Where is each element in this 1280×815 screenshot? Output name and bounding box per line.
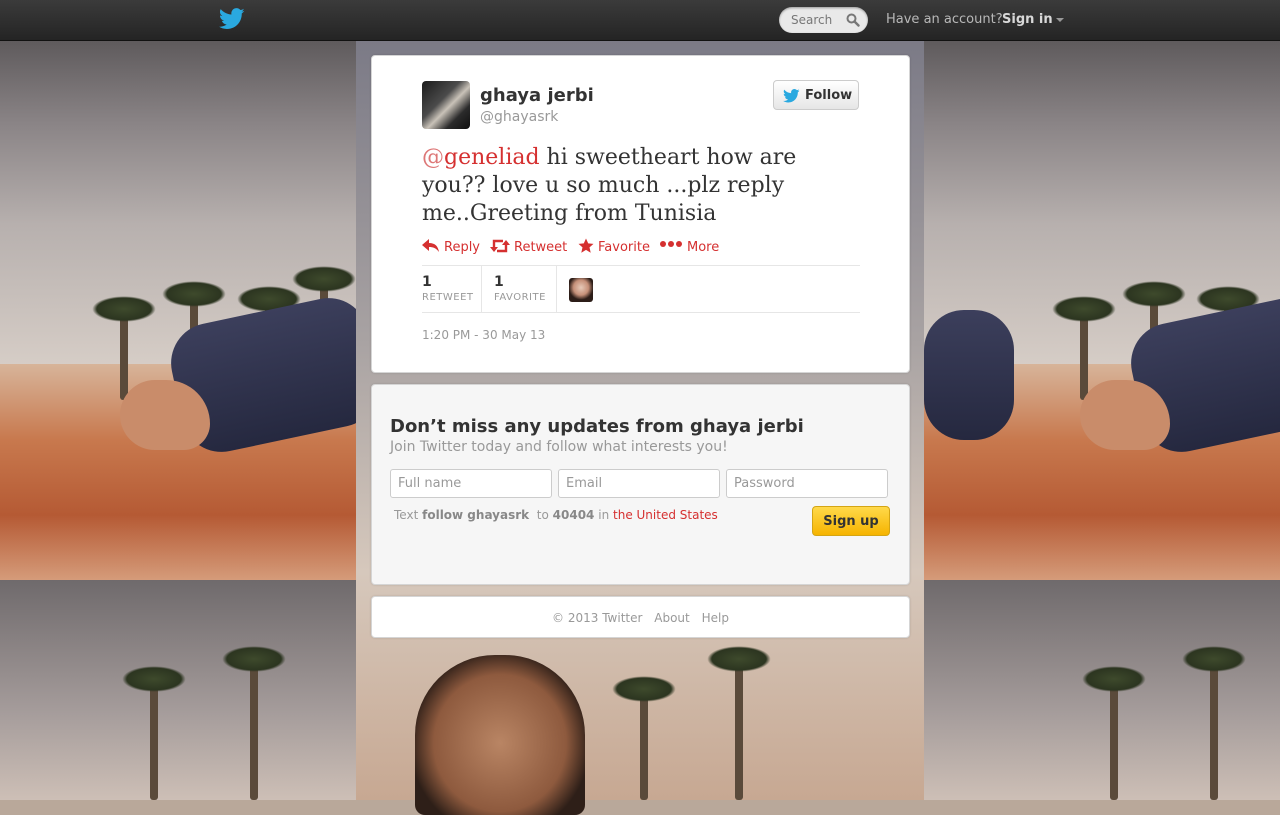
sms-country-link[interactable]: the United States	[613, 508, 718, 522]
full-name-field[interactable]	[390, 469, 552, 498]
background-wallpaper-left	[0, 40, 356, 580]
author-name[interactable]: ghaya jerbi	[480, 85, 594, 106]
footer-about-link[interactable]: About	[654, 611, 689, 625]
retweet-count[interactable]: 1 RETWEET	[422, 274, 474, 303]
more-dots-icon[interactable]	[660, 238, 682, 250]
background-portrait	[415, 655, 585, 815]
divider	[556, 266, 557, 312]
follow-button[interactable]: Follow	[773, 80, 859, 110]
tweet-timestamp[interactable]: 1:20 PM - 30 May 13	[422, 328, 545, 342]
email-field[interactable]	[558, 469, 720, 498]
favoriter-avatar[interactable]	[569, 278, 593, 302]
divider	[422, 312, 860, 313]
search-input[interactable]	[779, 7, 851, 33]
background-wallpaper-bottom-right	[924, 580, 1280, 800]
search-box[interactable]	[779, 7, 868, 33]
footer-help-link[interactable]: Help	[702, 611, 729, 625]
footer-links: © 2013 Twitter About Help	[372, 611, 909, 625]
sign-up-label[interactable]: Sign up	[813, 514, 889, 529]
follow-label[interactable]: Follow	[805, 88, 852, 103]
background-palm	[612, 676, 676, 800]
author-handle[interactable]: @ghayasrk	[480, 109, 558, 125]
sign-in-link[interactable]: Sign in	[1002, 12, 1064, 27]
password-field[interactable]	[726, 469, 888, 498]
favorite-count-label[interactable]: FAVORITE	[494, 292, 546, 303]
sms-command: follow ghayasrk	[422, 508, 530, 522]
sms-to: to	[536, 508, 549, 522]
signup-card: Don’t miss any updates from ghaya jerbi …	[371, 384, 910, 585]
footer: © 2013 Twitter About Help	[371, 596, 910, 638]
mention-user[interactable]: geneliad	[444, 145, 540, 170]
sms-prefix: Text	[394, 508, 419, 522]
search-icon[interactable]	[846, 13, 860, 27]
tweet-text: @geneliad hi sweetheart how are you?? lo…	[422, 144, 862, 228]
retweet-count-value[interactable]: 1	[422, 274, 474, 290]
sms-in: in	[598, 508, 610, 522]
favorite-label[interactable]: Favorite	[598, 240, 650, 255]
tweet-card: ghaya jerbi @ghayasrk Follow @geneliad h…	[371, 55, 910, 373]
sms-follow-hint: Text follow ghayasrk to 40404 in the Uni…	[394, 508, 718, 522]
mention-at[interactable]: @	[422, 145, 444, 170]
star-icon[interactable]	[578, 238, 594, 254]
copyright: © 2013 Twitter	[552, 611, 643, 625]
background-wallpaper-right	[924, 40, 1280, 580]
divider	[481, 266, 482, 312]
more-label[interactable]: More	[687, 240, 719, 255]
retweet-label[interactable]: Retweet	[514, 240, 567, 255]
favorite-count-value[interactable]: 1	[494, 274, 546, 290]
avatar[interactable]	[422, 81, 470, 129]
favorite-count[interactable]: 1 FAVORITE	[494, 274, 546, 303]
sign-in-label[interactable]: Sign in	[1002, 12, 1053, 27]
background-wallpaper-bottom-left	[0, 580, 356, 800]
sms-number: 40404	[552, 508, 595, 522]
have-account-label: Have an account?	[886, 12, 1003, 27]
retweet-count-label[interactable]: RETWEET	[422, 292, 474, 303]
mention-link[interactable]: @geneliad	[422, 145, 540, 170]
chevron-down-icon[interactable]	[1055, 17, 1064, 22]
twitter-bird-icon	[783, 89, 800, 103]
sign-up-button[interactable]: Sign up	[812, 506, 890, 536]
twitter-bird-icon[interactable]	[219, 8, 245, 30]
retweet-icon[interactable]	[490, 238, 510, 254]
reply-label[interactable]: Reply	[444, 240, 480, 255]
divider	[422, 265, 860, 266]
signup-title: Don’t miss any updates from ghaya jerbi	[390, 416, 804, 437]
reply-icon[interactable]	[422, 238, 440, 254]
top-bar: Have an account? Sign in	[0, 0, 1280, 41]
background-palm	[707, 646, 771, 800]
signup-subtitle: Join Twitter today and follow what inter…	[390, 439, 728, 455]
